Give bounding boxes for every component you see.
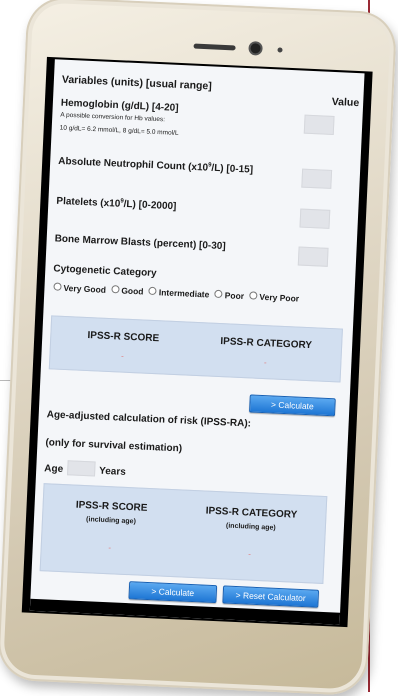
option-intermediate[interactable]: Intermediate [146, 286, 210, 300]
cytogenetic-options: Very Good Good Intermediate Poor Very Po… [50, 281, 350, 307]
ipss-ra-score-header: IPSS-R SCORE [75, 499, 148, 514]
calculator-form: Variables (units) [usual range] Value He… [29, 59, 365, 625]
variables-header: Variables (units) [usual range] [61, 73, 213, 93]
radio-icon[interactable] [214, 289, 223, 299]
ipss-ra-score-value: - [108, 543, 112, 553]
age-label: Age [44, 463, 64, 476]
ipss-r-score-value: - [120, 351, 124, 361]
option-very-good[interactable]: Very Good [50, 282, 106, 295]
form-header: Variables (units) [usual range] [62, 74, 358, 99]
option-good[interactable]: Good [108, 285, 144, 297]
ipss-r-category-value: - [263, 358, 267, 368]
blasts-input[interactable] [297, 246, 329, 267]
age-section-subtitle: (only for survival estimation) [45, 437, 183, 455]
calculate-button[interactable]: > Calculate [249, 394, 336, 417]
platelets-input[interactable] [299, 208, 331, 229]
ipss-ra-category-sub: (including age) [225, 522, 276, 532]
phone-screen: Variables (units) [usual range] Value He… [21, 56, 373, 628]
radio-icon[interactable] [111, 285, 120, 294]
calculate-age-button[interactable]: > Calculate [128, 581, 218, 604]
radio-icon[interactable] [249, 291, 258, 300]
option-poor[interactable]: Poor [212, 289, 244, 301]
radio-icon[interactable] [53, 282, 62, 291]
reset-calculator-button[interactable]: > Reset Calculator [222, 585, 320, 608]
ipss-r-score-header: IPSS-R SCORE [87, 330, 160, 345]
ipss-r-result-panel: IPSS-R SCORE IPSS-R CATEGORY - - [48, 315, 343, 383]
ipss-ra-category-header: IPSS-R CATEGORY [205, 505, 298, 521]
ipss-r-category-header: IPSS-R CATEGORY [220, 336, 313, 352]
platelets-label: Platelets (x109/L) [0-2000] [56, 195, 177, 213]
anc-label: Absolute Neutrophil Count (x109/L) [0-15… [57, 155, 254, 176]
ipss-ra-score-sub: (including age) [85, 516, 137, 526]
blasts-label: Bone Marrow Blasts (percent) [0-30] [54, 233, 226, 253]
age-row: Age Years [44, 459, 244, 483]
hemoglobin-input[interactable] [303, 114, 335, 135]
phone-device: Variables (units) [usual range] Value He… [0, 0, 398, 696]
ipss-ra-category-value: - [248, 549, 252, 559]
radio-icon[interactable] [148, 286, 158, 296]
value-column-header: Value [331, 95, 360, 110]
anc-input[interactable] [301, 168, 333, 189]
age-input[interactable] [66, 460, 96, 477]
ipss-ra-result-panel: IPSS-R SCORE (including age) IPSS-R CATE… [39, 483, 328, 584]
years-label: Years [98, 465, 127, 478]
option-very-poor[interactable]: Very Poor [246, 291, 299, 304]
cytogenetic-label: Cytogenetic Category [53, 263, 157, 280]
